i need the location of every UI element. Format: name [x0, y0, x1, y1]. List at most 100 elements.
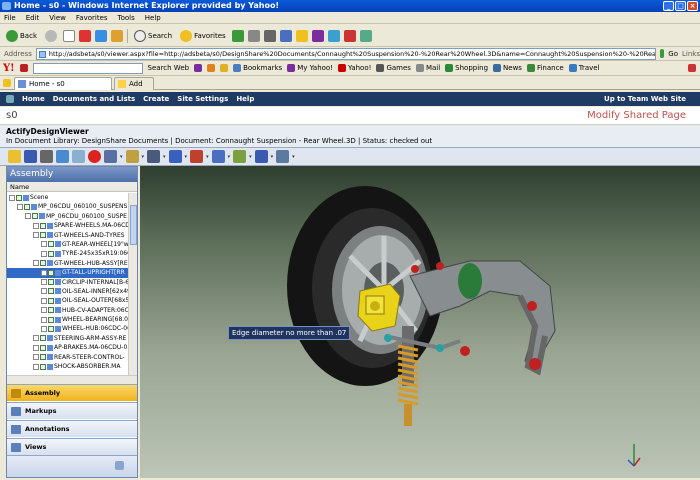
print-icon[interactable]	[263, 29, 276, 42]
expand-toggle-icon[interactable]	[41, 269, 47, 276]
properties-icon[interactable]	[254, 150, 268, 163]
maximize-button[interactable]: □	[675, 1, 686, 11]
render-mode-icon[interactable]	[211, 150, 225, 163]
explode-icon[interactable]	[190, 150, 204, 163]
visibility-checkbox[interactable]	[40, 354, 46, 361]
yahoo-search-input[interactable]	[32, 62, 143, 74]
visibility-checkbox[interactable]	[48, 279, 54, 286]
my-yahoo-button[interactable]: My Yahoo!	[287, 64, 333, 72]
expand-toggle-icon[interactable]	[33, 354, 39, 361]
folder-icon[interactable]	[295, 29, 308, 42]
tree-node[interactable]: MP_06CDU_060100_SUSPENS	[7, 202, 128, 211]
menu-help[interactable]: Help	[145, 12, 161, 23]
accordion-views[interactable]: Views	[7, 438, 137, 455]
tree-node[interactable]: GT-REAR-WHEEL[19"w	[7, 240, 128, 249]
news-button[interactable]: News	[493, 64, 522, 72]
favorites-center-icon[interactable]	[3, 79, 11, 87]
visibility-checkbox[interactable]	[40, 260, 46, 267]
go-arrow-icon[interactable]	[659, 49, 665, 58]
dropdown-arrow-icon[interactable]: ▾	[163, 154, 166, 160]
3d-viewport[interactable]: Edge diameter no more than .07	[140, 166, 700, 478]
tools-icon[interactable]	[359, 29, 372, 42]
tab-home[interactable]: Home - s0	[14, 77, 112, 90]
tree-node[interactable]: REAR-STEER-CONTROL-	[7, 353, 128, 362]
visibility-checkbox[interactable]	[40, 363, 46, 370]
nav-create[interactable]: Create	[143, 92, 169, 106]
visibility-checkbox[interactable]	[32, 213, 38, 220]
nav-documents-and-lists[interactable]: Documents and Lists	[53, 92, 135, 106]
dropdown-arrow-icon[interactable]: ▾	[206, 154, 209, 160]
tree-node[interactable]: SPARE-WHEELS.MA-06CD	[7, 221, 128, 230]
dropdown-arrow-icon[interactable]: ▾	[120, 154, 123, 160]
add-tab-button[interactable]: Add Tab	[114, 77, 154, 100]
tree-node[interactable]: SHOCK-ABSORBER.MA	[7, 362, 128, 371]
tree-node[interactable]: MP_06CDU_060100_SUSPE	[7, 212, 128, 221]
expand-toggle-icon[interactable]	[33, 344, 39, 351]
tree-node[interactable]: GT-WHEELS-AND-TYRES	[7, 231, 128, 240]
dropdown-arrow-icon[interactable]: ▾	[271, 154, 274, 160]
visibility-checkbox[interactable]	[48, 316, 54, 323]
accordion-markups[interactable]: Markups	[7, 402, 137, 419]
tree-node[interactable]: CIRCLIP-INTERNAL[B-6	[7, 278, 128, 287]
expand-toggle-icon[interactable]	[41, 241, 47, 248]
visibility-checkbox[interactable]	[40, 335, 46, 342]
3d-model-render[interactable]	[140, 166, 700, 478]
research-icon[interactable]	[343, 29, 356, 42]
panel-options-icon[interactable]	[115, 461, 124, 470]
assembly-tool-icon[interactable]	[8, 150, 21, 163]
expand-toggle-icon[interactable]	[9, 194, 15, 201]
tree-node[interactable]: Scene	[7, 193, 128, 202]
menu-file[interactable]: File	[4, 12, 16, 23]
messenger-icon[interactable]	[327, 29, 340, 42]
search-web-button[interactable]: Search Web	[148, 64, 190, 72]
visibility-checkbox[interactable]	[48, 325, 54, 332]
measure-icon[interactable]	[125, 150, 139, 163]
nav-help[interactable]: Help	[236, 92, 254, 106]
expand-toggle-icon[interactable]	[33, 232, 39, 239]
finance-button[interactable]: Finance	[526, 64, 564, 72]
tree-node[interactable]: STEERING-ARM-ASSY-RE	[7, 334, 128, 343]
mail-icon[interactable]	[247, 29, 260, 42]
menu-tools[interactable]: Tools	[118, 12, 135, 23]
menu-view[interactable]: View	[49, 12, 66, 23]
history-icon[interactable]	[231, 29, 244, 42]
accordion-annotations[interactable]: Annotations	[7, 420, 137, 437]
visibility-checkbox[interactable]	[48, 288, 54, 295]
links-label[interactable]: Links	[682, 50, 700, 58]
expand-toggle-icon[interactable]	[33, 363, 39, 370]
search-button[interactable]: Search	[132, 28, 174, 44]
export-icon[interactable]	[56, 150, 69, 163]
pencil-icon[interactable]	[19, 64, 28, 72]
visibility-checkbox[interactable]	[40, 232, 46, 239]
team-web-site-link[interactable]: Up to Team Web Site	[604, 92, 686, 106]
refresh-icon[interactable]	[95, 29, 107, 42]
expand-toggle-icon[interactable]	[33, 260, 39, 267]
zoom-icon[interactable]	[104, 150, 117, 163]
tree-node[interactable]: WHEEL-BEARING[68.0	[7, 315, 128, 324]
visibility-checkbox[interactable]	[16, 194, 22, 201]
tree-node[interactable]: OIL-SEAL-INNER[62x49	[7, 287, 128, 296]
close-toolbar-icon[interactable]	[688, 64, 696, 72]
tree-node[interactable]: GT-TALL-UPRIGHT[RR	[7, 268, 128, 278]
expand-toggle-icon[interactable]	[41, 325, 47, 332]
camera-icon[interactable]	[72, 150, 85, 163]
stop-icon[interactable]	[79, 29, 91, 42]
go-button[interactable]: Go	[668, 50, 678, 58]
tree-node[interactable]: HUB-CV-ADAPTER:06C	[7, 306, 128, 315]
back-button[interactable]: Back	[4, 28, 39, 44]
highlight-icon[interactable]	[220, 64, 229, 72]
edit-icon[interactable]	[279, 29, 292, 42]
tree-node[interactable]: WHEEL-HUB:06CDC-06	[7, 324, 128, 333]
address-input[interactable]: http://adsbeta/s0/viewer.aspx?file=http:…	[35, 47, 656, 60]
markup-icon[interactable]	[233, 150, 247, 163]
yahoo-button[interactable]: Yahoo!	[338, 64, 371, 72]
visibility-checkbox[interactable]	[40, 344, 46, 351]
dropdown-arrow-icon[interactable]: ▾	[228, 154, 231, 160]
menu-edit[interactable]: Edit	[26, 12, 40, 23]
minimize-button[interactable]: _	[663, 1, 674, 11]
expand-toggle-icon[interactable]	[41, 297, 47, 304]
modify-shared-page-link[interactable]: Modify Shared Page	[587, 110, 686, 121]
view-orientation-icon[interactable]	[168, 150, 182, 163]
expand-toggle-icon[interactable]	[17, 203, 23, 210]
scrollbar-thumb[interactable]	[130, 205, 137, 245]
